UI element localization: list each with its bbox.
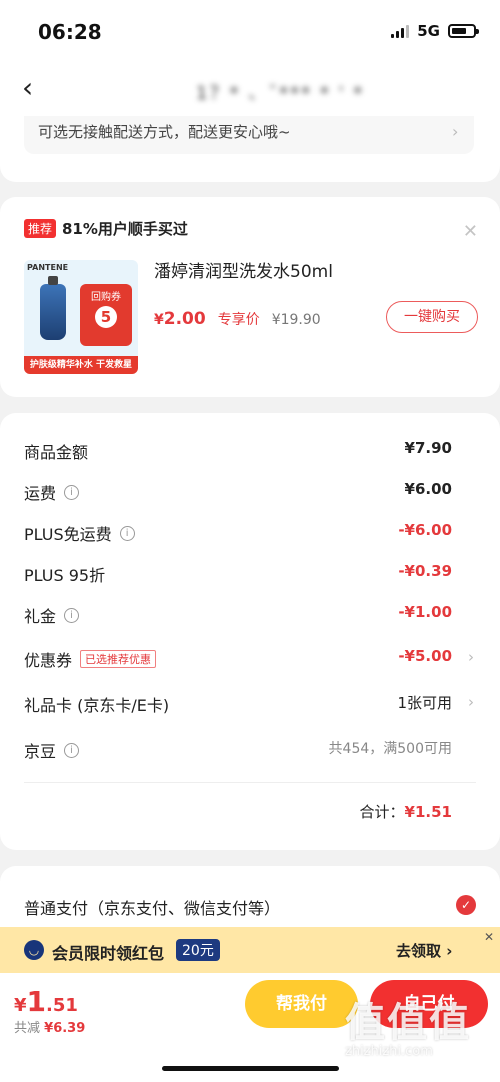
member-icon: ◡ [24,940,44,960]
one-click-buy-button[interactable]: 一键购买 [386,301,478,333]
close-icon[interactable]: ✕ [484,930,494,944]
info-icon[interactable]: i [64,484,80,500]
watermark-title: 值值值 [345,1000,471,1046]
page-title: 1？* 、ˇ*** * ' * [196,83,365,104]
fee-value: -¥1.00 [398,603,452,621]
fee-value: ¥6.00 [404,480,452,498]
exclusive-price-label: 专享价 [217,312,260,328]
status-time: 06:28 [38,20,102,44]
recommend-tag: 推荐 [24,219,57,238]
fee-row-jd-beans: 京豆 i 共454，满500可用 [24,738,474,762]
fee-label: PLUS免运费 [24,525,112,544]
product-thumbnail[interactable]: PANTENE 回购券 5 护肤级精华补水 干发救星 [24,260,138,374]
chevron-right-icon: › [468,648,474,666]
fee-label: 商品金额 [24,443,89,462]
recommend-headline: 81%用户顺手买过 [62,220,188,238]
delivery-option[interactable]: 可选无接触配送方式，配送更安心哦~ › [24,116,474,154]
chevron-right-icon: › [468,693,474,711]
status-icons: 5G [391,22,479,40]
product-name[interactable]: 潘婷清润型洗发水50ml [154,257,333,282]
product-price: ¥2.00 [154,309,206,329]
banner-text: 会员限时领红包 [52,944,165,963]
fee-row-shipping: 运费 i ¥6.00 [24,480,474,504]
bottom-price: ¥1.51 [14,985,78,1018]
recommend-card: 推荐 81%用户顺手买过 ✕ PANTENE 回购券 5 护肤级精华补水 干发救… [0,197,500,397]
fee-label: 优惠券 [24,651,73,670]
thumb-coupon-value: 5 [95,306,117,328]
fee-row-plus-free-shipping: PLUS免运费 i -¥6.00 [24,521,474,545]
total-amount: ¥1.51 [404,803,452,821]
close-icon[interactable]: ✕ [463,221,478,242]
coupon-badge: 已选推荐优惠 [80,650,157,668]
thumb-strip: 护肤级精华补水 干发救星 [24,356,138,374]
thumb-coupon-label: 回购券 [91,292,121,303]
delivery-card: 可选无接触配送方式，配送更安心哦~ › [0,116,500,182]
battery-icon [448,24,479,38]
signal-icon [391,24,410,38]
fee-label: PLUS 95折 [24,566,106,585]
fee-value: 共454，满500可用 [328,741,452,757]
watermark: 值值值 zhizhizhi.com [345,990,495,1080]
thumb-brand: PANTENE [27,263,69,272]
fee-row-gift-money: 礼金 i -¥1.00 [24,603,474,627]
fee-label: 京豆 [24,742,57,761]
check-icon[interactable]: ✓ [456,895,476,915]
fee-value: -¥6.00 [398,521,452,539]
home-indicator[interactable] [162,1066,339,1071]
total-label: 合计： [359,803,405,821]
watermark-url: zhizhizhi.com [345,1044,433,1059]
fee-card: 商品金额 ¥7.90 运费 i ¥6.00 PLUS免运费 i -¥6.00 PLU… [0,413,500,850]
fee-value: 1张可用 [397,694,452,712]
fee-row-coupon[interactable]: 优惠券 已选推荐优惠 -¥5.00 › [24,647,474,671]
claim-link[interactable]: 去领取 › [396,940,452,961]
status-bar: 06:28 5G [0,0,500,62]
banner-amount: 20元 [176,939,220,961]
fee-label: 运费 [24,484,57,503]
fee-label: 礼金 [24,607,57,626]
price-row: ¥2.00 专享价 ¥19.90 [154,309,321,329]
fee-value: ¥7.90 [404,439,452,457]
chevron-right-icon: › [452,122,459,141]
fee-value: -¥5.00 [398,647,452,665]
network-label: 5G [417,22,440,40]
total: 合计：¥1.51 [360,801,452,822]
original-price: ¥19.90 [271,312,321,328]
info-icon[interactable]: i [64,742,80,758]
fee-label: 礼品卡 (京东卡/E卡) [24,696,170,715]
info-icon[interactable]: i [64,607,80,623]
fee-row-subtotal: 商品金额 ¥7.90 [24,439,474,463]
info-icon[interactable]: i [119,525,135,541]
fee-row-gift-card[interactable]: 礼品卡 (京东卡/E卡) 1张可用 › [24,692,474,716]
fee-row-plus-discount: PLUS 95折 -¥0.39 [24,562,474,586]
payment-option-label[interactable]: 普通支付（京东支付、微信支付等） [24,895,280,919]
delivery-text: 可选无接触配送方式，配送更安心哦~ [38,123,291,141]
fee-value: -¥0.39 [398,562,452,580]
divider [24,782,476,783]
thumb-coupon: 回购券 5 [80,284,132,346]
nav-bar: ‹ 1？* 、ˇ*** * ' * [0,62,500,116]
help-pay-button[interactable]: 帮我付 [245,980,358,1028]
back-icon[interactable]: ‹ [22,74,33,102]
bottle-image [40,276,66,340]
member-banner[interactable]: ◡ 会员限时领红包 20元 去领取 › ✕ [0,927,500,973]
saved-amount: 共减 ¥6.39 [14,1021,86,1036]
